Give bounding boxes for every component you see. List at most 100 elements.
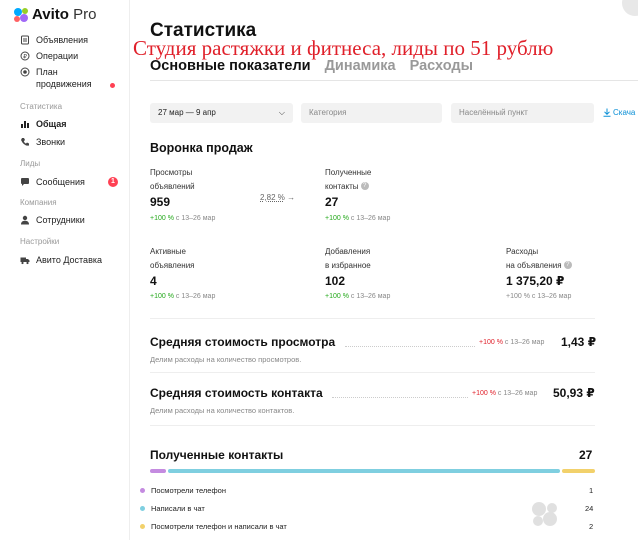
- sidebar-item-label: Объявления: [36, 35, 89, 45]
- tabs-divider: [150, 80, 638, 81]
- views-label: Просмотры объявлений: [150, 168, 195, 191]
- brand-name: Avito: [32, 6, 69, 23]
- active-ads-delta: +100 % с 13–26 мар: [150, 293, 216, 300]
- svg-text:₽: ₽: [23, 53, 27, 60]
- bar-segment-phone-and-chat: [562, 469, 595, 473]
- contacts-stacked-bar: [150, 469, 595, 473]
- tabs: Основные показатели Динамика Расходы: [150, 58, 473, 74]
- avito-pro-logo[interactable]: Avito Pro: [14, 6, 96, 23]
- spend-value: 1 375,20 ₽: [506, 274, 565, 288]
- favorites-delta: +100 % с 13–26 мар: [325, 293, 391, 300]
- legend-dot: [140, 506, 145, 511]
- views-value: 959: [150, 195, 171, 209]
- sidebar-item-messages[interactable]: Сообщения: [20, 176, 85, 188]
- nav-group-leads: Лиды: [20, 159, 41, 168]
- bar-segment-phone: [150, 469, 167, 473]
- date-range-select[interactable]: 27 мар — 9 апр ⌵: [150, 103, 293, 123]
- person-icon: [21, 215, 29, 225]
- sidebar-item-avito-delivery[interactable]: Авито Доставка: [20, 254, 102, 266]
- legend-label: Написали в чат: [151, 504, 205, 513]
- contacts-breakdown-title: Полученные контакты: [150, 448, 284, 462]
- city-select[interactable]: Населённый пункт: [451, 103, 594, 123]
- user-avatar[interactable]: [622, 0, 638, 16]
- spend-delta: +100 % с 13–26 мар: [506, 293, 572, 300]
- sidebar-item-promotion-plan[interactable]: План продвижения: [20, 66, 92, 90]
- truck-icon: [20, 257, 30, 265]
- active-ads-label: Активные объявления: [150, 247, 195, 270]
- coin-icon: ₽: [20, 51, 30, 61]
- favorites-label: Добавления в избранное: [325, 247, 371, 270]
- dotted-leader: [345, 346, 475, 347]
- cost-per-contact-title: Средняя стоимость контакта: [150, 386, 323, 400]
- legend-label: Посмотрели телефон и написали в чат: [151, 522, 287, 531]
- city-placeholder: Населённый пункт: [459, 108, 528, 117]
- sidebar-item-label: Звонки: [36, 137, 66, 147]
- sidebar-item-label: Сотрудники: [36, 215, 85, 225]
- target-icon: [20, 67, 30, 77]
- nav-group-settings: Настройки: [20, 237, 60, 246]
- dotted-leader: [332, 397, 468, 398]
- cost-per-view-desc: Делим расходы на количество просмотров.: [150, 355, 302, 364]
- spend-label: Расходы на объявления ?: [506, 245, 572, 272]
- divider: [150, 372, 595, 373]
- bar-segment-chat: [168, 469, 561, 473]
- sidebar-item-label: Общая: [36, 119, 67, 129]
- legend-dot: [140, 488, 145, 493]
- views-delta: +100 % с 13–26 мар: [150, 215, 216, 222]
- bar-chart-icon: [21, 121, 29, 128]
- cost-per-view-delta: +100 % с 13–26 мар: [479, 339, 545, 346]
- info-icon[interactable]: ?: [563, 261, 572, 270]
- legend-dot: [140, 524, 145, 529]
- logo-text: Avito Pro: [32, 6, 96, 23]
- cost-per-contact-value: 50,93 ₽: [553, 386, 595, 400]
- download-label: Скача: [613, 108, 636, 117]
- sidebar: Avito Pro Объявления ₽ Операции План прод…: [0, 0, 130, 540]
- contacts-label: Полученные контакты ?: [325, 168, 372, 191]
- legend-item-phone-and-chat: Посмотрели телефон и написали в чат: [140, 522, 287, 531]
- tab-expenses[interactable]: Расходы: [410, 58, 473, 74]
- divider: [150, 318, 595, 319]
- brand-suffix: Pro: [73, 6, 97, 23]
- nav-group-statistics: Статистика: [20, 102, 63, 111]
- sidebar-item-label: Сообщения: [36, 177, 85, 187]
- tab-dynamics[interactable]: Динамика: [325, 58, 396, 74]
- category-select[interactable]: Категория: [301, 103, 442, 123]
- legend-count: 1: [589, 486, 594, 495]
- chevron-down-icon: ⌵: [278, 108, 285, 117]
- category-placeholder: Категория: [309, 108, 347, 117]
- tab-main-metrics[interactable]: Основные показатели: [150, 58, 311, 74]
- sidebar-item-employees[interactable]: Сотрудники: [20, 214, 85, 226]
- notification-dot: [110, 83, 115, 88]
- phone-icon: [21, 138, 29, 146]
- active-ads-value: 4: [150, 274, 157, 288]
- document-icon: [21, 35, 29, 45]
- sidebar-item-ads[interactable]: Объявления: [20, 34, 88, 46]
- avito-logo-icon: [14, 7, 28, 22]
- legend-count: 24: [585, 504, 594, 513]
- sidebar-item-label: Авито Доставка: [36, 255, 102, 265]
- sidebar-item-label: Операции: [36, 51, 79, 61]
- legend-label: Посмотрели телефон: [151, 486, 226, 495]
- sidebar-item-label: План продвижения: [36, 67, 92, 89]
- download-link[interactable]: Скача: [603, 108, 635, 117]
- contacts-delta: +100 % с 13–26 мар: [325, 215, 391, 222]
- arrow-right-icon: →: [287, 193, 296, 202]
- conversion-rate[interactable]: 2,82 % →: [260, 193, 295, 202]
- date-range-value: 27 мар — 9 апр: [158, 108, 216, 117]
- legend-count: 2: [589, 522, 594, 531]
- sidebar-item-operations[interactable]: ₽ Операции: [20, 50, 78, 62]
- info-icon[interactable]: ?: [360, 182, 369, 191]
- cost-per-view-title: Средняя стоимость просмотра: [150, 335, 336, 349]
- nav-group-company: Компания: [20, 198, 57, 207]
- contacts-value: 27: [325, 195, 339, 209]
- funnel-title: Воронка продаж: [150, 141, 253, 155]
- cost-per-contact-delta: +100 % с 13–26 мар: [472, 390, 538, 397]
- sidebar-item-overview[interactable]: Общая: [20, 118, 67, 130]
- legend-item-phone: Посмотрели телефон: [140, 486, 226, 495]
- cost-per-contact-desc: Делим расходы на количество контактов.: [150, 406, 295, 415]
- legend-item-chat: Написали в чат: [140, 504, 205, 513]
- watermark-logo: [532, 502, 557, 526]
- sidebar-item-calls[interactable]: Звонки: [20, 136, 65, 148]
- contacts-breakdown-total: 27: [579, 448, 593, 462]
- download-icon: [603, 108, 611, 117]
